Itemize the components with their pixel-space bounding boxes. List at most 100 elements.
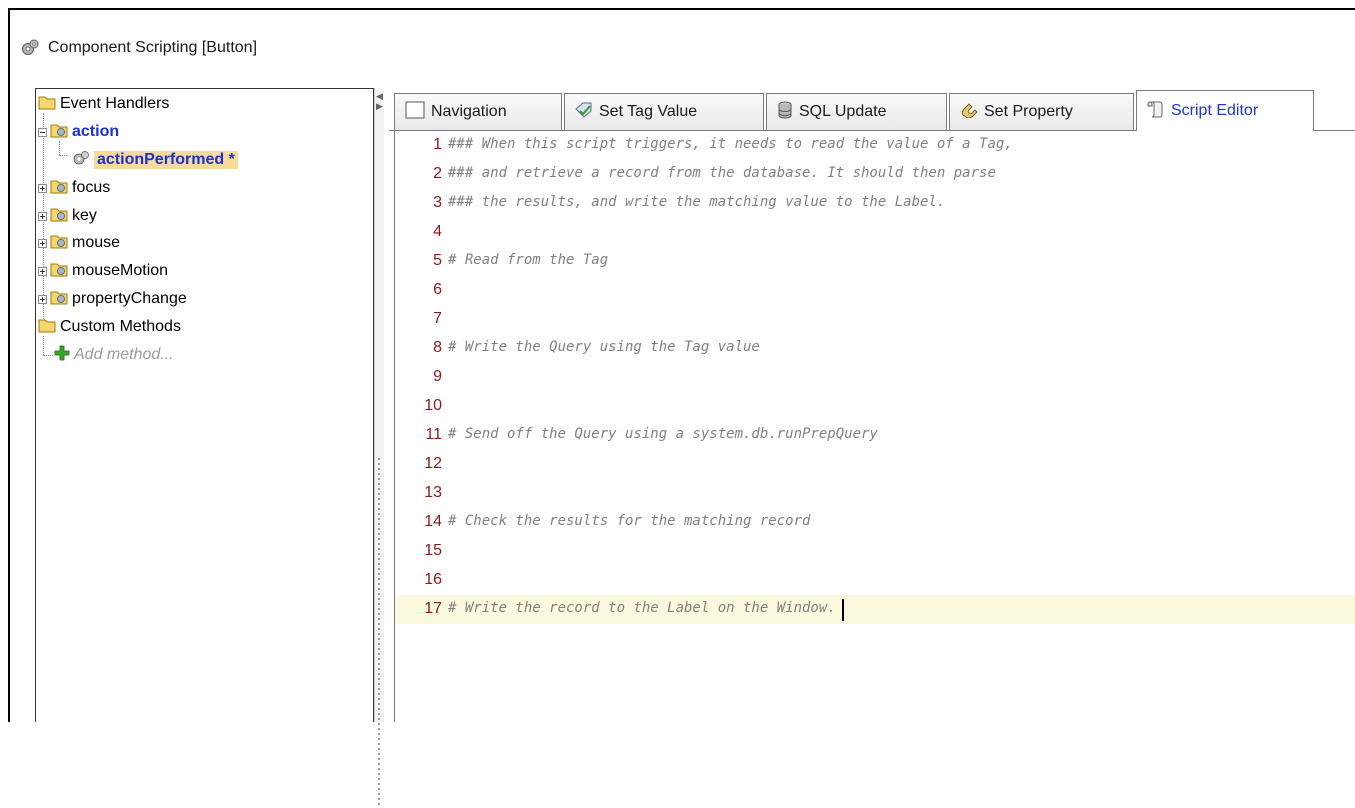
line-number: 2 — [433, 165, 442, 182]
event-handler-tree[interactable]: Event Handlers action actionPerformed * … — [35, 88, 374, 722]
tree-item-custom-methods[interactable]: Custom Methods — [38, 316, 181, 338]
code-text: # Write the record to the Label on the W… — [448, 600, 836, 616]
line-number: 1 — [433, 136, 442, 153]
collapse-right-icon[interactable]: ▶ — [376, 102, 383, 111]
collapse-toggle-icon[interactable] — [38, 127, 47, 137]
tab-label: Set Property — [984, 103, 1073, 120]
code-line[interactable]: 5 # Read from the Tag — [395, 247, 1355, 276]
tree-item-label: mouse — [72, 234, 121, 251]
code-line[interactable]: 16 — [395, 566, 1355, 595]
tab-label: Script Editor — [1171, 102, 1259, 119]
code-text: # Check the results for the matching rec… — [448, 513, 811, 529]
tree-item-label: Custom Methods — [60, 318, 181, 335]
expand-toggle-icon[interactable] — [38, 238, 47, 248]
code-line[interactable]: 17 # Write the record to the Label on the… — [395, 595, 1355, 624]
add-method-item[interactable]: Add method... — [54, 344, 174, 366]
gears-icon — [20, 38, 40, 58]
gear-folder-icon — [50, 122, 68, 143]
script-editor[interactable]: 1 ### When this script triggers, it needs… — [394, 131, 1355, 722]
line-number: 8 — [433, 339, 442, 356]
tree-item-label: Add method... — [74, 346, 174, 363]
code-text: # Read from the Tag — [448, 252, 609, 268]
tab-label: Set Tag Value — [599, 103, 698, 120]
gear-folder-icon — [50, 289, 68, 310]
code-line[interactable]: 6 — [395, 276, 1355, 305]
tab-label: SQL Update — [799, 103, 887, 120]
code-line[interactable]: 10 — [395, 392, 1355, 421]
database-icon — [777, 101, 793, 124]
code-line[interactable]: 15 — [395, 537, 1355, 566]
expand-toggle-icon[interactable] — [38, 211, 47, 221]
code-text: ### and retrieve a record from the datab… — [448, 165, 996, 181]
gear-folder-icon — [50, 178, 68, 199]
tree-item-label: propertyChange — [72, 290, 187, 307]
tree-item-mouse-motion[interactable]: mouseMotion — [38, 260, 168, 282]
panel-splitter[interactable]: ◀ ▶ — [374, 88, 384, 808]
line-number: 4 — [433, 223, 442, 240]
expand-toggle-icon[interactable] — [38, 266, 47, 276]
line-number: 12 — [424, 455, 442, 472]
tree-item-label: mouseMotion — [72, 262, 169, 279]
tab-set-property[interactable]: Set Property — [949, 93, 1134, 130]
line-number: 13 — [424, 484, 442, 501]
gear-folder-icon — [50, 261, 68, 282]
folder-icon — [38, 94, 56, 115]
property-icon — [960, 102, 978, 123]
tree-item-action-performed[interactable]: actionPerformed * — [72, 149, 238, 171]
tree-item-mouse[interactable]: mouse — [38, 232, 120, 254]
tab-set-tag-value[interactable]: Set Tag Value — [564, 93, 764, 130]
gear-folder-icon — [50, 206, 68, 227]
code-line[interactable]: 11 # Send off the Query using a system.db… — [395, 421, 1355, 450]
tab-label: Navigation — [431, 103, 507, 120]
code-line[interactable]: 13 — [395, 479, 1355, 508]
line-number: 9 — [433, 368, 442, 385]
script-icon — [1147, 100, 1165, 123]
line-number: 5 — [433, 252, 442, 269]
tree-item-event-handlers[interactable]: Event Handlers — [38, 93, 169, 115]
folder-icon — [38, 317, 56, 338]
line-number: 6 — [433, 281, 442, 298]
tree-item-action[interactable]: action — [38, 121, 119, 143]
tree-item-label: action — [72, 123, 120, 140]
text-caret — [842, 599, 844, 621]
line-number: 3 — [433, 194, 442, 211]
tree-item-focus[interactable]: focus — [38, 177, 110, 199]
gear-folder-icon — [50, 233, 68, 254]
code-line[interactable]: 2 ### and retrieve a record from the data… — [395, 160, 1355, 189]
code-line[interactable]: 12 — [395, 450, 1355, 479]
expand-toggle-icon[interactable] — [38, 183, 47, 193]
code-text: # Send off the Query using a system.db.r… — [448, 426, 878, 442]
code-line[interactable]: 4 — [395, 218, 1355, 247]
tag-icon — [575, 102, 593, 123]
tree-item-label: key — [72, 207, 97, 224]
line-number: 16 — [424, 571, 442, 588]
splitter-grip[interactable] — [378, 458, 380, 808]
code-text: ### the results, and write the matching … — [448, 194, 946, 210]
collapse-left-icon[interactable]: ◀ — [376, 92, 383, 101]
line-number: 17 — [424, 600, 442, 617]
dialog-title: Component Scripting [Button] — [48, 39, 258, 56]
dialog-title-bar: Component Scripting [Button] — [20, 33, 257, 63]
code-line[interactable]: 1 ### When this script triggers, it needs… — [395, 131, 1355, 160]
code-line[interactable]: 7 — [395, 305, 1355, 334]
tree-item-label: actionPerformed * — [94, 151, 238, 169]
tab-script-editor[interactable]: Script Editor — [1136, 90, 1314, 131]
action-editor-panel: Navigation Set Tag Value SQL Update Set … — [389, 88, 1355, 722]
plus-icon — [54, 345, 70, 366]
tab-sql-update[interactable]: SQL Update — [766, 93, 947, 130]
line-number: 10 — [424, 397, 442, 414]
tree-item-key[interactable]: key — [38, 205, 97, 227]
tree-item-label: Event Handlers — [60, 95, 170, 112]
code-line[interactable]: 3 ### the results, and write the matching… — [395, 189, 1355, 218]
tab-navigation[interactable]: Navigation — [394, 93, 562, 130]
tree-connector — [59, 141, 60, 155]
tree-connector — [43, 355, 53, 356]
action-tabs: Navigation Set Tag Value SQL Update Set … — [389, 88, 1355, 131]
gears-icon — [72, 150, 90, 171]
expand-toggle-icon[interactable] — [38, 294, 47, 304]
code-line[interactable]: 14 # Check the results for the matching r… — [395, 508, 1355, 537]
code-line[interactable]: 9 — [395, 363, 1355, 392]
code-line[interactable]: 8 # Write the Query using the Tag value — [395, 334, 1355, 363]
code-text: # Write the Query using the Tag value — [448, 339, 760, 355]
tree-item-property-change[interactable]: propertyChange — [38, 288, 187, 310]
